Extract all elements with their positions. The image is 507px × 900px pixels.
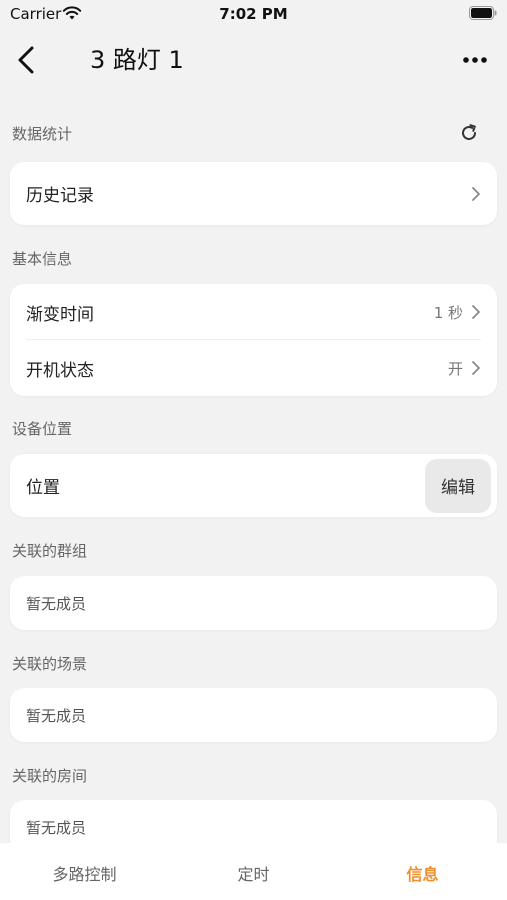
tab-timer[interactable]: 定时 [169,843,338,900]
history-row[interactable]: 历史记录 [10,162,497,225]
fade-time-value: 1 秒 [433,303,463,322]
battery-icon [469,6,497,20]
section-label-scenes: 关联的场景 [12,655,88,673]
location-row: 位置 编辑 [10,454,497,517]
power-on-state-row[interactable]: 开机状态 开 [10,340,497,396]
chevron-right-icon [472,186,480,201]
section-label-location: 设备位置 [12,420,73,438]
power-on-state-label: 开机状态 [26,360,94,381]
section-label-stats: 数据统计 [12,125,73,143]
chevron-right-icon [472,361,480,375]
groups-empty-text: 暂无成员 [26,594,87,613]
fade-time-row[interactable]: 渐变时间 1 秒 [10,284,497,340]
status-bar: Carrier 7:02 PM [0,0,507,30]
nav-bar: 3 路灯 1 [0,30,507,90]
groups-card: 暂无成员 [10,576,497,630]
rooms-empty-text: 暂无成员 [26,818,87,837]
tab-multi-control[interactable]: 多路控制 [0,843,169,900]
page-title: 3 路灯 1 [90,46,184,74]
section-label-rooms: 关联的房间 [12,767,88,785]
more-options-icon[interactable] [461,50,489,70]
section-label-groups: 关联的群组 [12,542,88,560]
groups-empty-row: 暂无成员 [10,576,497,630]
back-arrow-icon[interactable] [14,44,40,76]
bottom-tab-bar: 多路控制 定时 信息 [0,843,507,900]
section-label-basic: 基本信息 [12,250,73,268]
power-on-state-value: 开 [447,359,463,378]
screen: Carrier 7:02 PM 3 路灯 1 数据统计 历史记录 基本信息 渐变… [0,0,507,900]
history-label: 历史记录 [26,186,94,206]
location-label: 位置 [26,478,60,498]
tab-info[interactable]: 信息 [338,843,507,900]
chevron-right-icon [472,305,480,319]
history-card: 历史记录 [10,162,497,225]
scenes-empty-row: 暂无成员 [10,688,497,742]
scenes-empty-text: 暂无成员 [26,706,87,725]
location-card: 位置 编辑 [10,454,497,517]
basic-info-card: 渐变时间 1 秒 开机状态 开 [10,284,497,396]
scenes-card: 暂无成员 [10,688,497,742]
clock: 7:02 PM [219,5,288,23]
fade-time-label: 渐变时间 [26,304,94,325]
edit-location-button[interactable]: 编辑 [425,458,491,513]
refresh-icon[interactable] [459,123,479,143]
